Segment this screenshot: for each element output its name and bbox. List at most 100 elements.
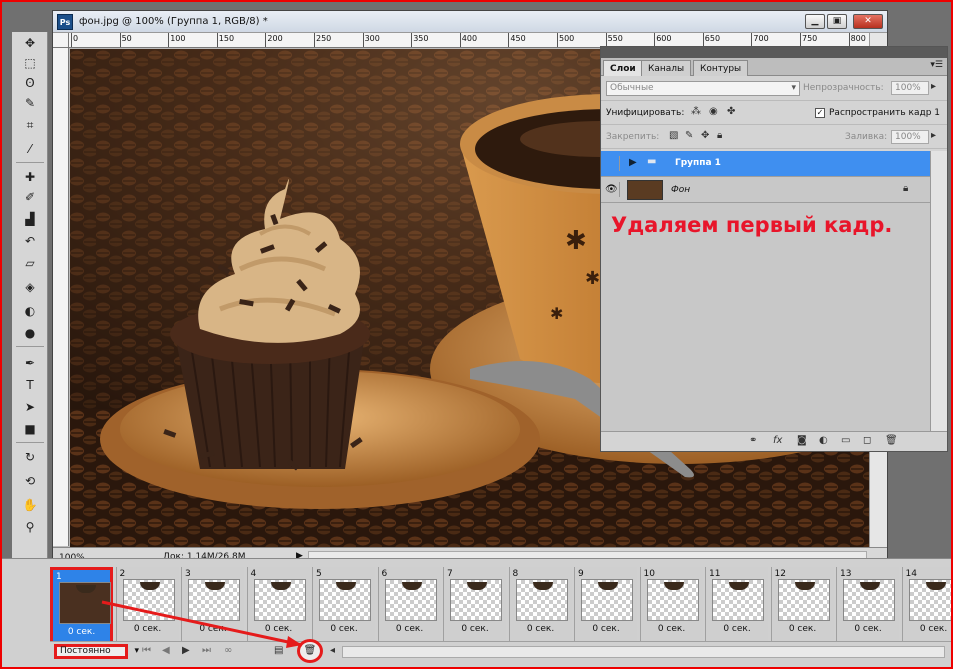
animation-frame[interactable]: 11 0 сек.	[705, 567, 768, 645]
new-group-icon[interactable]: ▭	[841, 435, 850, 446]
layer-row-group1[interactable]: ▶ ▬ Группа 1	[601, 151, 930, 177]
layers-panel-titlebar[interactable]	[601, 47, 947, 58]
frame-delay[interactable]: 0 сек.	[313, 624, 375, 634]
lasso-tool-icon[interactable]: ʘ	[20, 74, 40, 92]
frame-delay[interactable]: 0 сек.	[444, 624, 506, 634]
animation-frame[interactable]: 2 0 сек.	[115, 567, 179, 645]
quick-select-tool-icon[interactable]: ✎	[20, 94, 40, 112]
new-layer-icon[interactable]: ◻	[863, 435, 871, 446]
lock-position-icon[interactable]: ✥	[701, 130, 709, 141]
minimize-button[interactable]: ▁	[805, 14, 825, 29]
visibility-toggle[interactable]	[605, 156, 620, 171]
shape-tool-icon[interactable]: ■	[20, 420, 40, 438]
document-titlebar[interactable]: Ps фон.jpg @ 100% (Группа 1, RGB/8) * ▁ …	[53, 11, 887, 33]
crop-tool-icon[interactable]: ⌗	[20, 116, 40, 134]
unify-position-icon[interactable]: ⁂	[691, 106, 701, 117]
lock-pixels-icon[interactable]: ✎	[685, 130, 693, 141]
blur-tool-icon[interactable]: ◐	[20, 302, 40, 320]
animation-frame[interactable]: 4 0 сек.	[246, 567, 310, 645]
animation-frame[interactable]: 10 0 сек.	[639, 567, 703, 645]
duplicate-frame-icon[interactable]: ▤	[274, 645, 283, 656]
frame-delay[interactable]: 0 сек.	[837, 624, 899, 634]
frame-delay[interactable]: 0 сек.	[510, 624, 572, 634]
frame-number: 4	[250, 569, 257, 579]
fill-field[interactable]: 100%	[891, 130, 929, 144]
type-tool-icon[interactable]: T	[20, 376, 40, 394]
animation-frame[interactable]: 1 0 сек.	[50, 567, 113, 645]
frame-delay[interactable]: 0 сек.	[772, 624, 834, 634]
tab-channels[interactable]: Каналы	[641, 60, 692, 76]
animation-frame[interactable]: 3 0 сек.	[181, 567, 244, 645]
lock-all-icon[interactable]: 🔒︎	[717, 130, 722, 141]
animation-frame[interactable]: 9 0 сек.	[574, 567, 637, 645]
unify-style-icon[interactable]: ✤	[727, 106, 735, 117]
move-tool-icon[interactable]: ✥	[20, 34, 40, 52]
maximize-button[interactable]: ▣	[827, 14, 847, 29]
frames-scrollbar[interactable]	[342, 646, 945, 658]
close-button[interactable]: ✕	[853, 14, 883, 29]
brush-tool-icon[interactable]: ✐	[20, 188, 40, 206]
frame-delay[interactable]: 0 сек.	[706, 624, 768, 634]
animation-frame[interactable]: 6 0 сек.	[377, 567, 441, 645]
lock-transparency-icon[interactable]: ▧	[669, 130, 678, 141]
panel-menu-icon[interactable]: ▾☰	[930, 60, 943, 70]
tab-layers[interactable]: Слои	[603, 60, 643, 76]
frame-delay[interactable]: 0 сек.	[379, 624, 441, 634]
frame-delay[interactable]: 0 сек.	[182, 624, 244, 634]
tab-paths[interactable]: Контуры	[693, 60, 749, 76]
opacity-field[interactable]: 100%	[891, 81, 929, 95]
first-frame-icon[interactable]: ⏮	[142, 645, 151, 656]
eyedropper-tool-icon[interactable]: ⁄	[20, 140, 40, 158]
marquee-tool-icon[interactable]: ⬚	[20, 54, 40, 72]
3d-rotate-icon[interactable]: ↻	[20, 448, 40, 466]
layers-scrollbar[interactable]	[930, 151, 947, 431]
pen-tool-icon[interactable]: ✒	[20, 354, 40, 372]
frame-delay[interactable]: 0 сек.	[575, 624, 637, 634]
frame-delay[interactable]: 0 сек.	[903, 624, 952, 634]
layer-mask-icon[interactable]: ◙	[797, 435, 807, 446]
animation-frame[interactable]: 8 0 сек.	[508, 567, 572, 645]
eraser-tool-icon[interactable]: ▱	[20, 254, 40, 272]
tween-icon[interactable]: ∞	[224, 645, 232, 656]
animation-frame[interactable]: 14 0 сек.	[901, 567, 952, 645]
frame-delay[interactable]: 0 сек.	[53, 627, 110, 637]
animation-frame[interactable]: 13 0 сек.	[836, 567, 899, 645]
link-layers-icon[interactable]: ⚭	[749, 435, 757, 446]
chevron-right-icon[interactable]: ▸	[931, 81, 936, 92]
animation-frame[interactable]: 12 0 сек.	[770, 567, 834, 645]
delete-layer-icon[interactable]: 🗑︎	[885, 435, 898, 446]
layer-row-background[interactable]: 👁︎ Фон 🔒︎	[601, 177, 930, 203]
adjustment-layer-icon[interactable]: ◐	[819, 435, 828, 446]
next-frame-icon[interactable]: ⏭	[202, 645, 211, 656]
layer-style-icon[interactable]: fx	[773, 435, 782, 446]
zoom-tool-icon[interactable]: ⚲	[20, 518, 40, 536]
paint-bucket-icon[interactable]: ◈	[20, 278, 40, 296]
history-brush-icon[interactable]: ↶	[20, 232, 40, 250]
chevron-down-icon: ▾	[134, 646, 139, 656]
frame-thumbnail	[122, 579, 175, 621]
propagate-frame-checkbox[interactable]: ✓	[815, 108, 825, 118]
eye-icon[interactable]: 👁︎	[605, 182, 620, 197]
3d-orbit-icon[interactable]: ⟲	[20, 472, 40, 490]
ruler-vertical[interactable]	[53, 48, 69, 546]
blend-mode-select[interactable]: Обычные ▾	[606, 81, 800, 96]
play-icon[interactable]: ▶	[182, 645, 190, 656]
unify-visibility-icon[interactable]: ◉	[709, 106, 718, 117]
clone-stamp-icon[interactable]: ▟	[20, 210, 40, 228]
expand-triangle-icon[interactable]: ▶	[629, 157, 637, 168]
animation-frame[interactable]: 7 0 сек.	[443, 567, 506, 645]
previous-frame-icon[interactable]: ◀	[162, 645, 170, 656]
frame-delay[interactable]: 0 сек.	[641, 624, 703, 634]
scroll-left-icon[interactable]: ◂	[330, 645, 335, 656]
frame-delay[interactable]: 0 сек.	[117, 624, 179, 634]
loop-options-select[interactable]: Постоянно ▾	[54, 644, 139, 659]
dodge-tool-icon[interactable]: ●	[20, 324, 40, 342]
chevron-right-icon[interactable]: ▸	[931, 130, 936, 141]
tools-divider	[16, 162, 44, 163]
hand-tool-icon[interactable]: ✋	[20, 496, 40, 514]
frame-delay[interactable]: 0 сек.	[248, 624, 310, 634]
animation-frame[interactable]: 5 0 сек.	[312, 567, 375, 645]
healing-brush-icon[interactable]: ✚	[20, 168, 40, 186]
delete-frame-trash-icon[interactable]: 🗑︎	[297, 639, 323, 663]
path-select-icon[interactable]: ➤	[20, 398, 40, 416]
